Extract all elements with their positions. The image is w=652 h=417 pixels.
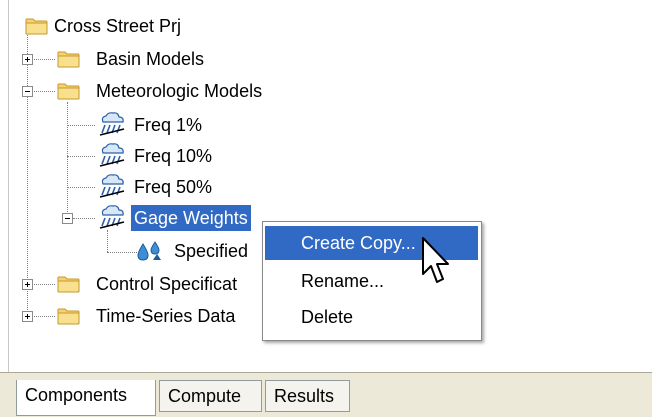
expand-basin-models-toggle[interactable]	[22, 54, 33, 65]
tab-components[interactable]: Components	[16, 380, 156, 416]
tree-node-freq-1[interactable]: Freq 1%	[131, 112, 205, 138]
tree-connector	[107, 230, 108, 252]
tree-node-meteorologic-models[interactable]: Meteorologic Models	[93, 78, 265, 104]
tree-connector	[67, 125, 95, 126]
tree-connector	[27, 30, 28, 314]
folder-icon	[57, 275, 81, 293]
menu-item-delete[interactable]: Delete	[265, 300, 478, 334]
collapse-meteorologic-models-toggle[interactable]	[22, 86, 33, 97]
meteorologic-model-icon	[97, 173, 127, 199]
tree-connector	[67, 187, 95, 188]
tree-connector	[31, 316, 55, 317]
tree-node-freq-50[interactable]: Freq 50%	[131, 174, 215, 200]
folder-icon	[57, 82, 81, 100]
tree-connector	[31, 59, 55, 60]
mouse-cursor-icon	[422, 237, 449, 283]
tab-compute[interactable]: Compute	[159, 380, 262, 412]
folder-icon	[57, 307, 81, 325]
tree-node-basin-models[interactable]: Basin Models	[93, 46, 207, 72]
tab-results[interactable]: Results	[265, 380, 350, 412]
precipitation-gage-icon	[135, 240, 163, 262]
folder-icon	[25, 17, 49, 35]
tree-connector	[31, 284, 55, 285]
collapse-gage-weights-toggle[interactable]	[62, 213, 73, 224]
tree-connector	[67, 156, 95, 157]
meteorologic-model-icon	[97, 111, 127, 137]
meteorologic-model-icon	[97, 204, 127, 230]
tree-node-time-series-data[interactable]: Time-Series Data	[93, 303, 238, 329]
tree-connector	[73, 218, 95, 219]
folder-icon	[57, 50, 81, 68]
expand-time-series-data-toggle[interactable]	[22, 311, 33, 322]
expand-control-specifications-toggle[interactable]	[22, 279, 33, 290]
tree-node-gage-weights[interactable]: Gage Weights	[131, 205, 251, 231]
tree-node-specified[interactable]: Specified	[171, 238, 251, 264]
tree-node-root[interactable]: Cross Street Prj	[51, 13, 184, 39]
tree-node-freq-10[interactable]: Freq 10%	[131, 143, 215, 169]
tree-node-control-specifications[interactable]: Control Specificat	[93, 271, 240, 297]
meteorologic-model-icon	[97, 142, 127, 168]
tree-connector	[67, 102, 68, 218]
tree-connector	[31, 91, 55, 92]
tree-connector	[107, 252, 137, 253]
